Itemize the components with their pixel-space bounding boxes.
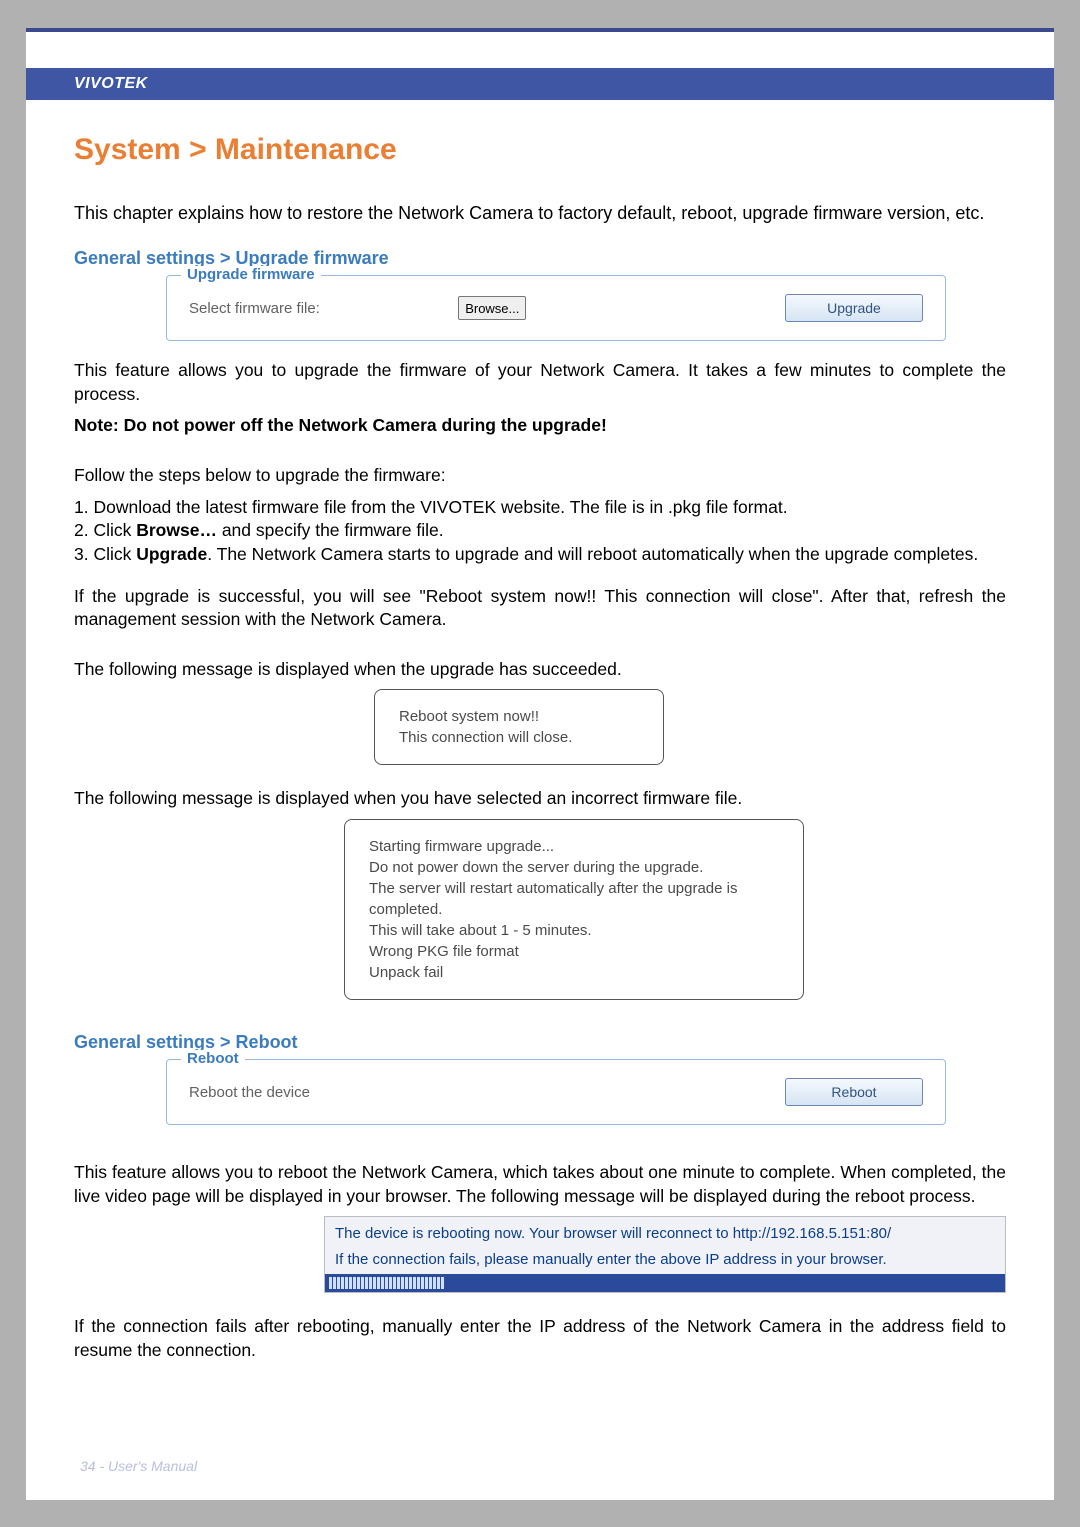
upgrade-follow: Follow the steps below to upgrade the fi… [74, 464, 1006, 488]
upgrade-firmware-legend: Upgrade firmware [181, 266, 321, 283]
upgrade-firmware-fieldset: Upgrade firmware Select firmware file: B… [166, 275, 946, 341]
browse-button-label: Browse... [465, 301, 519, 316]
reboot-legend: Reboot [181, 1050, 245, 1067]
reboot-success-line2: This connection will close. [399, 727, 639, 748]
reboot-desc: This feature allows you to reboot the Ne… [74, 1161, 1006, 1208]
upgrade-succeed-intro: The following message is displayed when … [74, 658, 1006, 682]
reboot-progress-bar [325, 1274, 1005, 1292]
upgrade-button[interactable]: Upgrade [785, 294, 923, 322]
select-firmware-label: Select firmware file: [189, 300, 320, 317]
reboot-msg-line1: The device is rebooting now. Your browse… [335, 1221, 995, 1247]
upgrade-step-2: 2. Click Browse… and specify the firmwar… [74, 519, 1006, 543]
reboot-fieldset: Reboot Reboot the device Reboot [166, 1059, 946, 1125]
intro-text: This chapter explains how to restore the… [74, 201, 1006, 226]
page-title: System > Maintenance [74, 133, 1006, 167]
reboot-message-box: The device is rebooting now. Your browse… [324, 1216, 1006, 1293]
upgrade-step-3: 3. Click Upgrade. The Network Camera sta… [74, 543, 1006, 567]
reboot-device-label: Reboot the device [189, 1084, 310, 1101]
reboot-desc-2: If the connection fails after rebooting,… [74, 1315, 1006, 1362]
upgrade-steps: 1. Download the latest firmware file fro… [74, 496, 1006, 567]
reboot-success-message-box: Reboot system now!! This connection will… [374, 689, 664, 765]
page-footer: 34 - User's Manual [80, 1458, 197, 1474]
upgrade-step-1: 1. Download the latest firmware file fro… [74, 496, 1006, 520]
upgrade-fail-intro: The following message is displayed when … [74, 787, 1006, 811]
upgrade-note: Note: Do not power off the Network Camer… [74, 415, 607, 435]
reboot-msg-line2: If the connection fails, please manually… [335, 1247, 995, 1273]
reboot-success-line1: Reboot system now!! [399, 706, 639, 727]
reboot-button[interactable]: Reboot [785, 1078, 923, 1106]
upgrade-success-text: If the upgrade is successful, you will s… [74, 585, 1006, 632]
upgrade-fail-message-box: Starting firmware upgrade... Do not powe… [344, 819, 804, 1000]
brand-header: VIVOTEK [74, 75, 148, 93]
browse-button[interactable]: Browse... [458, 296, 526, 320]
upgrade-desc: This feature allows you to upgrade the f… [74, 359, 1006, 406]
